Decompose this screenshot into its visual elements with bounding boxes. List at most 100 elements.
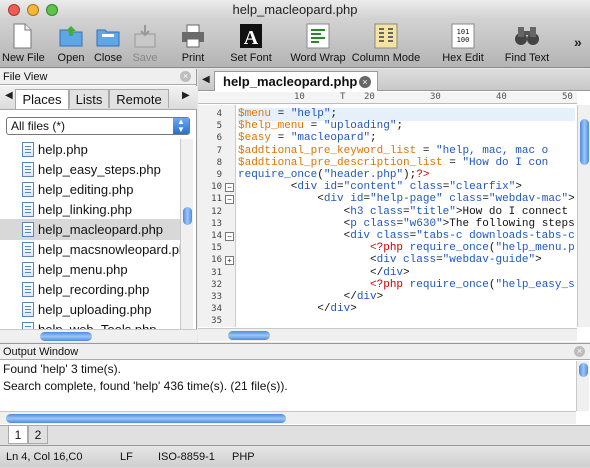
file-list-horizontal-scrollbar[interactable] xyxy=(0,329,197,342)
line-ending[interactable]: LF xyxy=(120,446,133,468)
code-token: class xyxy=(363,217,397,230)
syntax-mode[interactable]: PHP xyxy=(232,446,255,468)
line-number: 5 xyxy=(216,121,222,132)
save-button[interactable]: Save xyxy=(128,22,162,64)
file-list-item[interactable]: help_easy_steps.php xyxy=(0,159,180,180)
output-window-title: Output Window xyxy=(0,344,590,360)
scroll-thumb[interactable] xyxy=(6,414,286,423)
ruler-label: 20 xyxy=(364,92,375,102)
close-tab-icon[interactable]: × xyxy=(359,76,371,88)
scroll-thumb[interactable] xyxy=(579,363,588,377)
file-filter-select[interactable]: All files (*) ▲ ▼ xyxy=(6,117,190,135)
file-list-item[interactable]: help_linking.php xyxy=(0,199,180,220)
line-number: 12 xyxy=(211,206,222,217)
new-file-button[interactable]: New File xyxy=(2,22,45,64)
file-filter-value: All files (*) xyxy=(11,119,66,133)
code-line: $easy = "macleopard"; xyxy=(238,132,377,145)
file-list-item[interactable]: help_web_Tools.php xyxy=(0,319,180,329)
file-list-item[interactable]: help_macleopard.php xyxy=(0,219,180,240)
line-number: 7 xyxy=(216,145,222,156)
editor-vertical-scrollbar[interactable] xyxy=(577,105,590,327)
column-mode-button[interactable]: Column Mode xyxy=(350,22,422,64)
file-list-item[interactable]: help_menu.php xyxy=(0,259,180,280)
code-token: div xyxy=(356,291,377,303)
zoom-window-button[interactable] xyxy=(46,4,58,16)
column-ruler: 10 T 20 30 40 50 xyxy=(198,92,577,104)
file-list-item[interactable]: help.php xyxy=(0,139,180,160)
code-line: </div> xyxy=(238,291,384,304)
file-list-vertical-scrollbar[interactable] xyxy=(180,139,193,329)
collapse-fold-icon[interactable]: − xyxy=(225,183,234,193)
code-token: "help, mac, mac o xyxy=(436,144,549,157)
code-token: class xyxy=(449,193,483,206)
tab-next-icon[interactable]: ▶ xyxy=(182,90,190,101)
output-tab-1[interactable]: 1 xyxy=(8,426,28,444)
code-token: $help_menu xyxy=(238,120,305,133)
file-list-item[interactable]: help_recording.php xyxy=(0,279,180,300)
svg-text:A: A xyxy=(244,27,259,49)
editor-horizontal-scrollbar[interactable] xyxy=(198,328,577,341)
tab-prev-icon[interactable]: ◀ xyxy=(5,90,13,101)
code-line: <div id="help-page" class="webdav-mac"> xyxy=(238,193,575,206)
print-icon xyxy=(182,24,204,48)
find-text-button[interactable]: Find Text xyxy=(500,22,554,64)
php-file-icon xyxy=(22,282,34,297)
tab-places[interactable]: Places xyxy=(15,89,69,109)
code-token: "clearfix" xyxy=(449,181,516,194)
file-list-item[interactable]: help_uploading.php xyxy=(0,299,180,320)
tab-prev-icon[interactable]: ◀ xyxy=(202,74,210,85)
font-icon: A xyxy=(240,24,262,49)
open-folder-icon xyxy=(59,26,83,47)
scroll-thumb[interactable] xyxy=(40,332,92,341)
expand-fold-icon[interactable]: + xyxy=(225,256,234,266)
word-wrap-button[interactable]: Word Wrap xyxy=(290,22,346,64)
hex-edit-button[interactable]: 101 100 Hex Edit xyxy=(440,22,486,64)
collapse-fold-icon[interactable]: − xyxy=(225,232,234,241)
output-tabs: 1 2 xyxy=(0,425,590,445)
open-button[interactable]: Open xyxy=(54,22,88,64)
code-token: "How do I con xyxy=(462,156,549,169)
output-horizontal-scrollbar[interactable] xyxy=(0,411,576,424)
collapse-fold-icon[interactable]: − xyxy=(225,195,234,205)
toolbar-overflow-button[interactable]: » xyxy=(574,34,582,50)
file-list-item[interactable]: help_editing.php xyxy=(0,179,180,200)
close-panel-icon[interactable]: × xyxy=(180,71,191,82)
output-vertical-scrollbar[interactable] xyxy=(576,361,589,411)
code-token: div xyxy=(376,254,397,267)
close-button[interactable]: Close xyxy=(91,22,125,64)
file-list-item[interactable]: help_macsnowleopard.php xyxy=(0,239,180,260)
code-token: "tabs-c downloads-tabs-c" xyxy=(416,230,575,242)
minimize-window-button[interactable] xyxy=(27,4,39,16)
code-token: "help" xyxy=(290,108,331,120)
code-token: ); xyxy=(403,169,417,181)
file-list: help.php help_easy_steps.php help_editing.… xyxy=(0,139,180,329)
close-panel-icon[interactable]: × xyxy=(574,346,585,357)
code-token: id xyxy=(350,193,364,206)
print-button[interactable]: Print xyxy=(176,22,210,64)
code-area[interactable]: $menu = "help"; $help_menu = "uploading";… xyxy=(238,105,575,327)
code-token: </ xyxy=(238,266,384,279)
tab-remote[interactable]: Remote xyxy=(109,89,169,108)
code-token: = xyxy=(304,120,324,133)
line-number: 8 xyxy=(216,157,222,168)
code-token: = xyxy=(271,132,291,145)
scroll-thumb[interactable] xyxy=(183,207,192,225)
hex-edit-icon: 101100 xyxy=(451,23,475,49)
scroll-thumb[interactable] xyxy=(228,331,270,340)
code-token: <?php xyxy=(370,278,404,291)
code-token: = xyxy=(442,156,463,169)
file-name: help_web_Tools.php xyxy=(38,319,157,329)
line-number: 6 xyxy=(216,133,222,144)
editor-tab[interactable]: help_macleopard.php × xyxy=(214,71,378,91)
close-window-button[interactable] xyxy=(8,4,20,16)
file-view-tabs: ◀ Places Lists Remote ▶ xyxy=(0,86,197,110)
encoding[interactable]: ISO-8859-1 xyxy=(158,446,215,468)
output-tab-2[interactable]: 2 xyxy=(28,426,48,444)
scroll-thumb[interactable] xyxy=(580,119,589,165)
file-name: help_easy_steps.php xyxy=(38,162,161,177)
code-token: >The following steps w xyxy=(442,217,575,230)
set-font-button[interactable]: A Set Font xyxy=(228,22,274,64)
tab-lists[interactable]: Lists xyxy=(69,89,109,108)
